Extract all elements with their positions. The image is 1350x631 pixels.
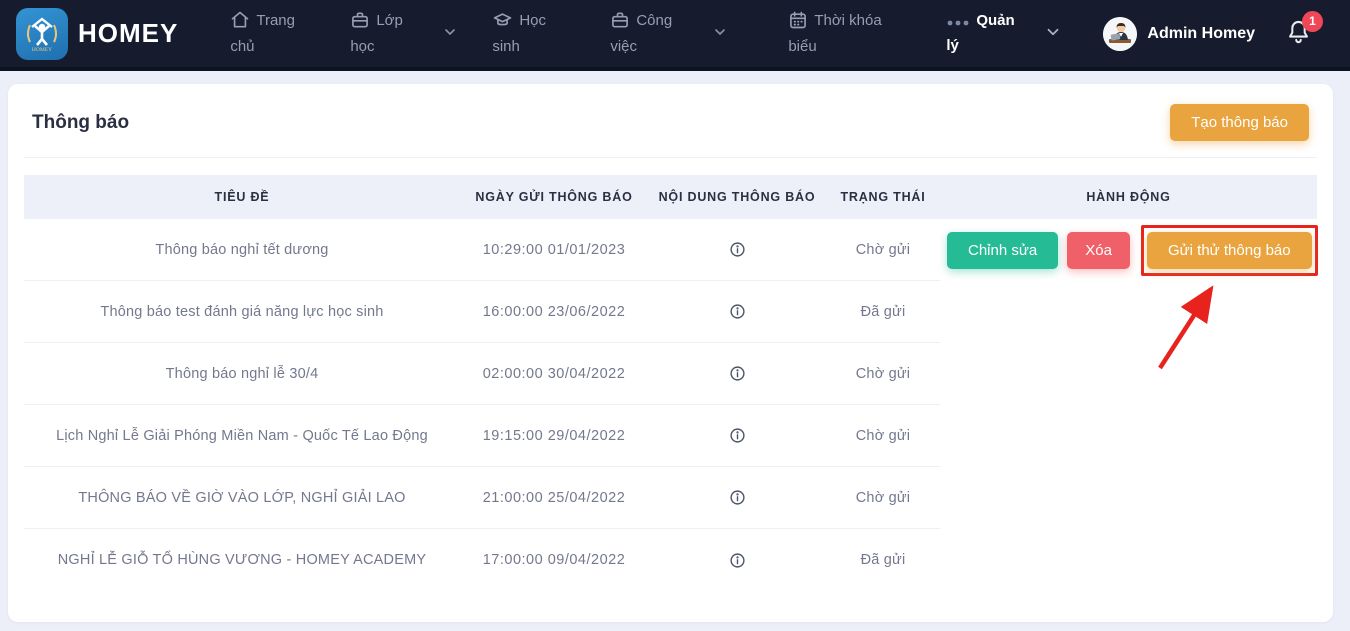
col-header-actions: HÀNH ĐỘNG (940, 190, 1317, 204)
annotation-highlight-box: Gửi thử thông báo (1141, 225, 1318, 276)
cell-sent-date: 16:00:00 23/06/2022 (460, 281, 648, 343)
cell-status: Chờ gửi (826, 467, 940, 529)
nav-item-management[interactable]: Quản lý (946, 11, 1030, 57)
create-notification-button[interactable]: Tạo thông báo (1170, 104, 1309, 141)
notifications-panel: Thông báo Tạo thông báo TIÊU ĐỀ NGÀY GỬI… (8, 84, 1333, 622)
cell-sent-date: 10:29:00 01/01/2023 (460, 219, 648, 281)
edit-button[interactable]: Chỉnh sửa (947, 232, 1058, 269)
table-row: Thông báo test đánh giá năng lực học sin… (24, 281, 1317, 343)
cell-title: Lịch Nghỉ Lễ Giải Phóng Miền Nam - Quốc … (24, 405, 460, 467)
cell-actions (940, 529, 1317, 591)
cell-status: Chờ gửi (826, 219, 940, 281)
info-icon[interactable] (729, 427, 746, 444)
chevron-down-icon[interactable] (712, 24, 728, 45)
briefcase-icon (350, 10, 370, 36)
chevron-down-icon[interactable] (442, 24, 458, 45)
bell-icon (1285, 32, 1312, 49)
table-row: Thông báo nghỉ tết dương 10:29:00 01/01/… (24, 219, 1317, 281)
cell-status: Đã gửi (826, 529, 940, 591)
col-header-status: TRẠNG THÁI (826, 190, 940, 204)
table-row: Thông báo nghỉ lễ 30/4 02:00:00 30/04/20… (24, 343, 1317, 405)
svg-text:HOMEY: HOMEY (32, 47, 52, 53)
delete-button[interactable]: Xóa (1067, 232, 1130, 269)
notifications-button[interactable]: 1 (1285, 18, 1312, 50)
panel-header: Thông báo Tạo thông báo (24, 104, 1317, 141)
homey-logo-emblem: HOMEY (20, 12, 64, 56)
info-icon[interactable] (729, 552, 746, 569)
cell-sent-date: 21:00:00 25/04/2022 (460, 467, 648, 529)
cell-actions (940, 343, 1317, 405)
nav-item-timetable[interactable]: Thời khóa biểu (788, 10, 896, 57)
graduation-cap-icon (492, 10, 513, 36)
brand-title: HOMEY (78, 18, 178, 49)
more-dots-icon (946, 16, 970, 36)
calendar-icon (788, 10, 808, 36)
user-name[interactable]: Admin Homey (1147, 25, 1255, 43)
cell-status: Chờ gửi (826, 405, 940, 467)
cell-actions (940, 467, 1317, 529)
cell-title: NGHỈ LỄ GIỖ TỔ HÙNG VƯƠNG - HOMEY ACADEM… (24, 529, 460, 591)
info-icon[interactable] (729, 303, 746, 320)
top-navbar: HOMEY HOMEY Trang chủ Lớp học Học sinh C… (0, 0, 1350, 71)
cell-status: Chờ gửi (826, 343, 940, 405)
homey-logo[interactable]: HOMEY (16, 8, 68, 60)
info-icon[interactable] (729, 489, 746, 506)
table-header-row: TIÊU ĐỀ NGÀY GỬI THÔNG BÁO NỘI DUNG THÔN… (24, 175, 1317, 219)
user-area: Admin Homey 1 (1103, 17, 1334, 51)
info-icon[interactable] (729, 365, 746, 382)
table-row: Lịch Nghỉ Lễ Giải Phóng Miền Nam - Quốc … (24, 405, 1317, 467)
cell-actions (940, 281, 1317, 343)
notifications-table: TIÊU ĐỀ NGÀY GỬI THÔNG BÁO NỘI DUNG THÔN… (24, 175, 1317, 591)
avatar[interactable] (1103, 17, 1137, 51)
briefcase-icon (610, 10, 630, 36)
nav-item-classes[interactable]: Lớp học (350, 10, 414, 57)
main-nav: Trang chủ Lớp học Học sinh Công việc Thờ… (230, 10, 1062, 57)
test-send-button[interactable]: Gửi thử thông báo (1147, 232, 1312, 269)
nav-item-home[interactable]: Trang chủ (230, 10, 302, 57)
info-icon[interactable] (729, 241, 746, 258)
cell-actions: Chỉnh sửa Xóa Gửi thử thông báo (940, 219, 1318, 281)
cell-status: Đã gửi (826, 281, 940, 343)
col-header-title: TIÊU ĐỀ (24, 190, 460, 204)
col-header-content: NỘI DUNG THÔNG BÁO (648, 190, 826, 204)
cell-title: Thông báo test đánh giá năng lực học sin… (24, 281, 460, 343)
cell-sent-date: 17:00:00 09/04/2022 (460, 529, 648, 591)
home-icon (230, 10, 250, 36)
nav-item-tasks[interactable]: Công việc (610, 10, 682, 57)
cell-title: Thông báo nghỉ tết dương (24, 219, 460, 281)
table-row: NGHỈ LỄ GIỖ TỔ HÙNG VƯƠNG - HOMEY ACADEM… (24, 529, 1317, 591)
notification-badge: 1 (1302, 11, 1323, 32)
chevron-down-icon[interactable] (1044, 23, 1062, 46)
cell-sent-date: 02:00:00 30/04/2022 (460, 343, 648, 405)
cell-actions (940, 405, 1317, 467)
col-header-sent-date: NGÀY GỬI THÔNG BÁO (460, 190, 648, 204)
page-title: Thông báo (32, 112, 129, 134)
table-row: THÔNG BÁO VỀ GIỜ VÀO LỚP, NGHỈ GIẢI LAO … (24, 467, 1317, 529)
header-divider (24, 157, 1317, 158)
nav-item-students[interactable]: Học sinh (492, 10, 558, 57)
cell-title: THÔNG BÁO VỀ GIỜ VÀO LỚP, NGHỈ GIẢI LAO (24, 467, 460, 529)
cell-title: Thông báo nghỉ lễ 30/4 (24, 343, 460, 405)
cell-sent-date: 19:15:00 29/04/2022 (460, 405, 648, 467)
